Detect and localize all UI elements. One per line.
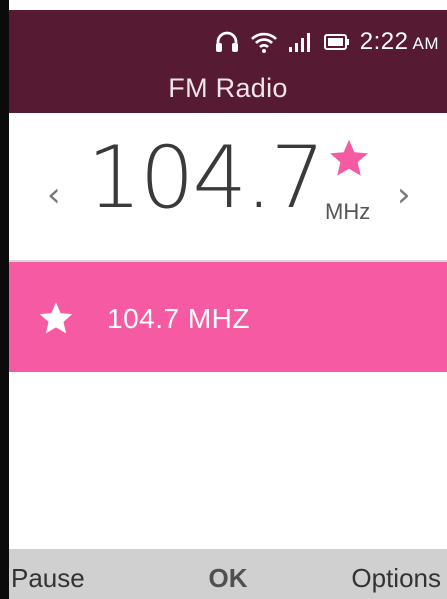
- page-title: FM Radio: [168, 73, 288, 103]
- frequency-unit: MHz: [325, 199, 371, 224]
- frequency-tuner: ‹ 104.7 MHz ›: [9, 113, 447, 260]
- previous-station-arrow[interactable]: ‹: [47, 175, 61, 215]
- options-softkey[interactable]: Options: [351, 563, 441, 594]
- battery-icon: [323, 33, 350, 51]
- softkey-bar: Pause OK Options: [9, 549, 447, 599]
- status-bar: 2:22 AM: [9, 10, 447, 68]
- wifi-icon: [250, 30, 278, 54]
- station-label: 104.7 MHZ: [107, 303, 250, 334]
- app-header: 2:22 AM FM Radio: [9, 10, 447, 113]
- status-clock: 2:22 AM: [359, 28, 439, 55]
- headphones-icon: [214, 29, 240, 55]
- screen-top-margin: [0, 0, 447, 10]
- favorite-station-item[interactable]: 104.7 MHZ: [9, 262, 447, 372]
- frequency-display: 104.7: [87, 128, 325, 228]
- signal-icon: [288, 31, 314, 53]
- star-icon: [37, 300, 75, 338]
- screen-left-bezel: [0, 0, 9, 599]
- favorite-star-icon[interactable]: [327, 137, 371, 181]
- fm-radio-app: 2:22 AM FM Radio ‹ 104.7 MHz › 104.7 MHZ …: [0, 0, 447, 599]
- next-station-arrow[interactable]: ›: [397, 175, 411, 215]
